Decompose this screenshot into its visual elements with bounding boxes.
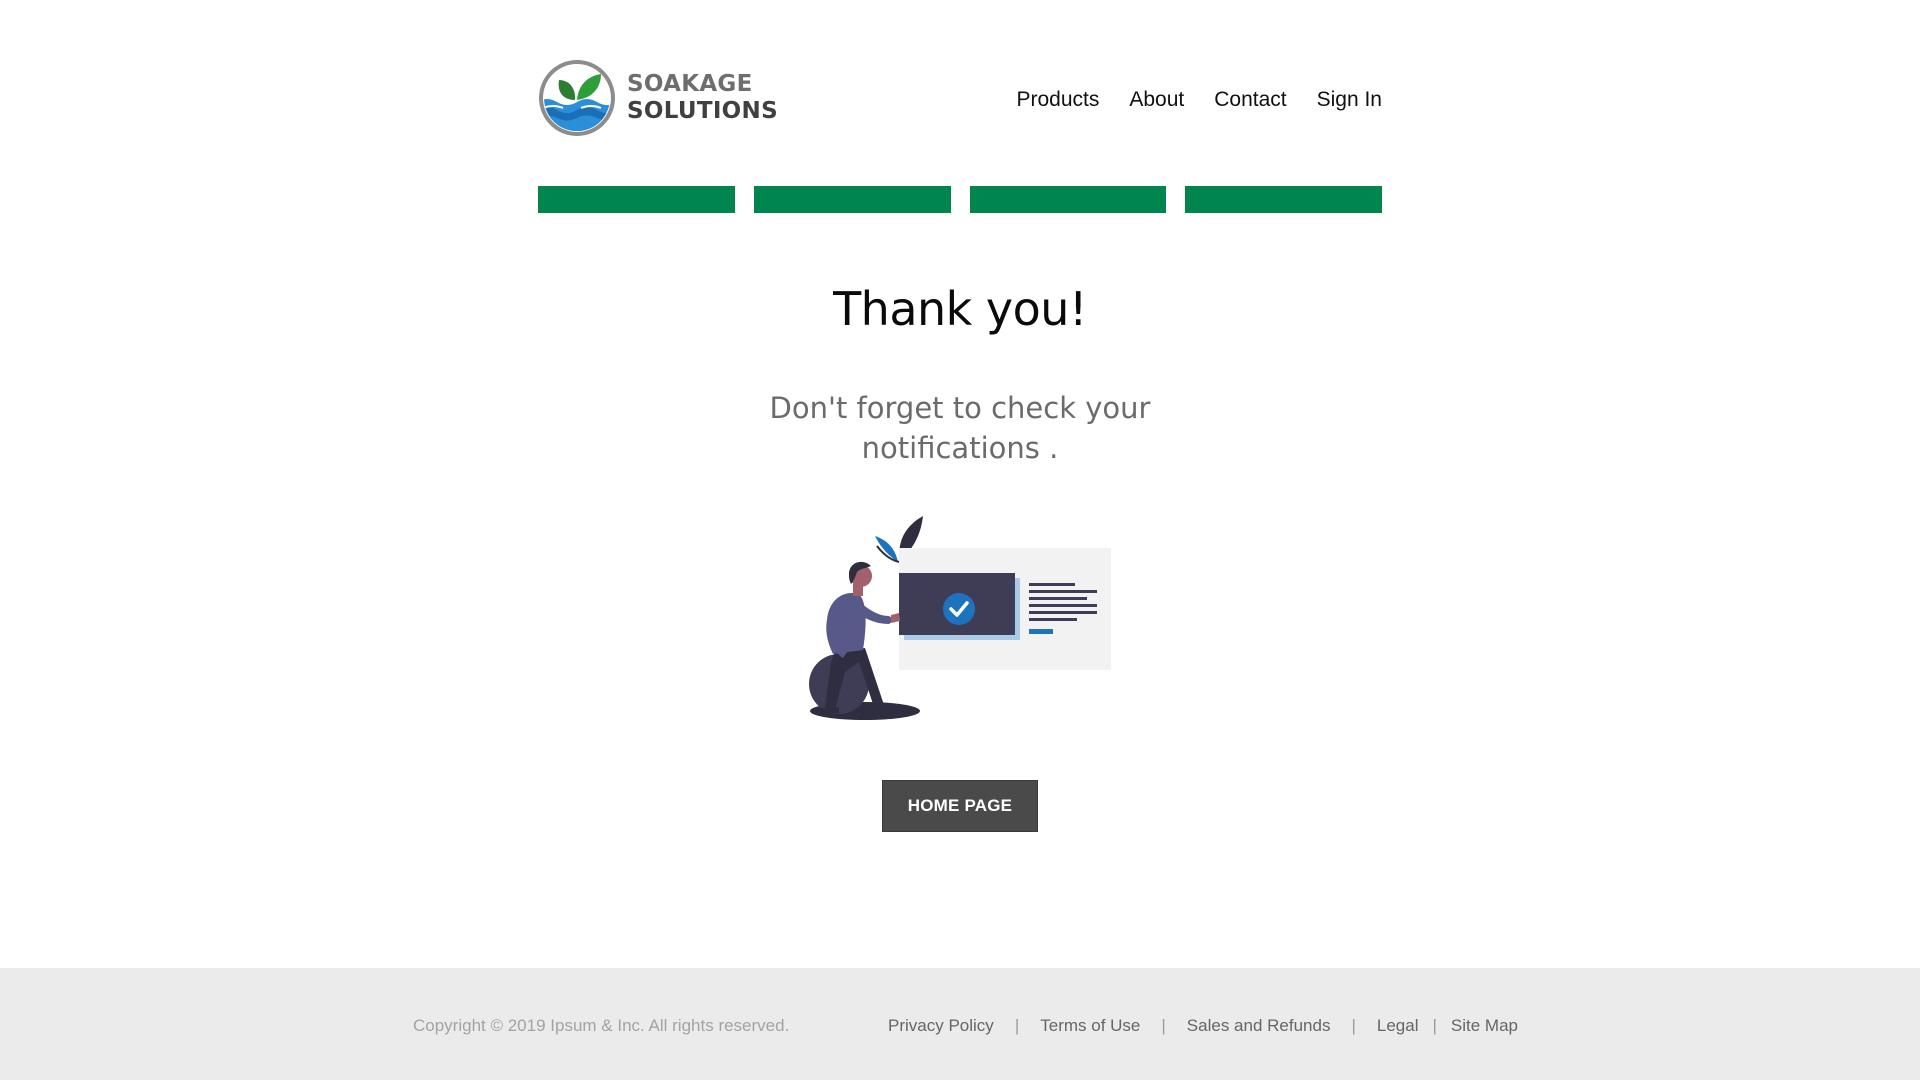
footer-link-site-map[interactable]: Site Map <box>1451 1016 1518 1036</box>
site-header: SOAKAGE SOLUTIONS Products About Contact… <box>537 58 1382 138</box>
nav-contact[interactable]: Contact <box>1214 88 1286 112</box>
logo-text-line2: SOLUTIONS <box>627 98 778 124</box>
main-nav: Products About Contact Sign In <box>1016 88 1382 112</box>
nav-sign-in[interactable]: Sign In <box>1317 88 1382 112</box>
footer-separator: | <box>1161 1016 1166 1035</box>
nav-about[interactable]: About <box>1129 88 1184 112</box>
progress-step-3 <box>969 186 1167 213</box>
footer-separator: | <box>1014 1016 1020 1035</box>
progress-step-2 <box>753 186 951 213</box>
page-subtitle: Don't forget to check your notifications… <box>769 391 1151 465</box>
home-page-button[interactable]: HOME PAGE <box>882 780 1038 832</box>
footer-link-terms-of-use[interactable]: Terms of Use <box>1040 1016 1140 1036</box>
page-title: Thank you! <box>833 282 1087 336</box>
footer-link-privacy-policy[interactable]: Privacy Policy <box>888 1016 994 1036</box>
copyright-text: Copyright © 2019 Ipsum & Inc. All rights… <box>413 1016 790 1035</box>
logo-text-line1: SOAKAGE <box>627 71 753 97</box>
footer-separator: | <box>1432 1016 1437 1035</box>
progress-steps <box>538 186 1382 213</box>
confirmation-checkmark-illustration <box>809 516 1111 720</box>
progress-step-1 <box>538 186 735 213</box>
footer-separator: | <box>1351 1016 1356 1035</box>
nav-products[interactable]: Products <box>1016 88 1099 112</box>
footer-link-sales-and-refunds[interactable]: Sales and Refunds <box>1187 1016 1331 1036</box>
footer-link-legal[interactable]: Legal <box>1377 1016 1419 1036</box>
logo-link[interactable]: SOAKAGE SOLUTIONS <box>537 58 778 138</box>
progress-step-4 <box>1185 186 1382 213</box>
soakage-logo-icon <box>539 60 615 136</box>
page: SOAKAGE SOLUTIONS Products About Contact… <box>0 0 1920 1080</box>
logo-text: SOAKAGE SOLUTIONS <box>627 71 778 125</box>
site-footer: Copyright © 2019 Ipsum & Inc. All rights… <box>0 968 1920 1080</box>
footer-links: Privacy Policy | Terms of Use | Sales an… <box>888 1016 1518 1036</box>
